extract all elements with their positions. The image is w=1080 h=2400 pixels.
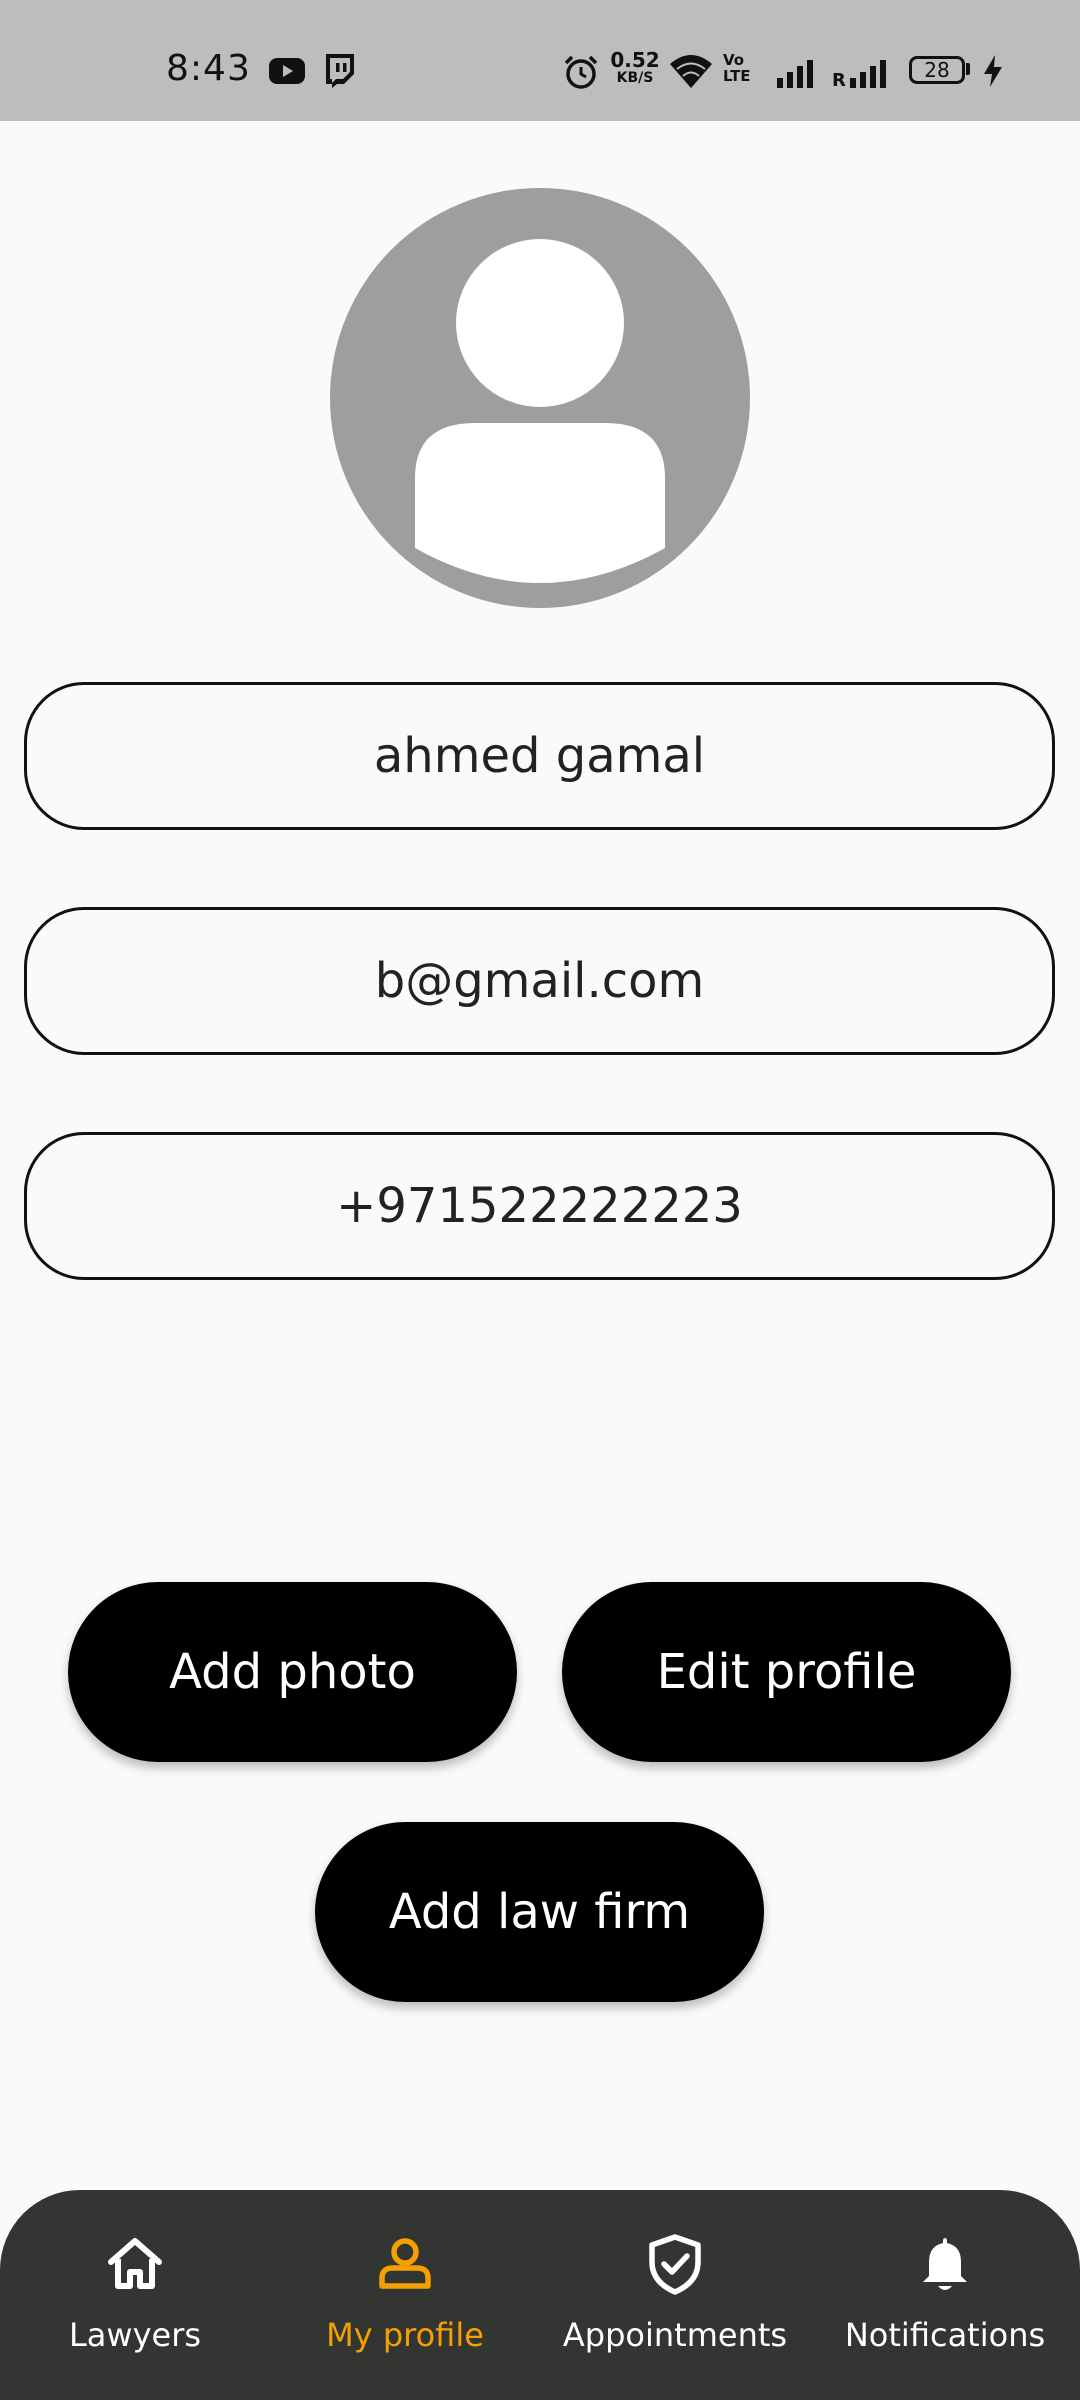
nav-label-notifications: Notifications — [844, 2316, 1046, 2354]
nav-item-appointments[interactable]: Appointments — [540, 2190, 810, 2400]
nav-label-my-profile: My profile — [326, 2316, 484, 2354]
add-photo-button[interactable]: Add photo — [68, 1582, 517, 1762]
status-time: 8:43 — [166, 48, 251, 89]
bell-icon — [923, 2238, 967, 2290]
email-field[interactable] — [24, 907, 1055, 1055]
alarm-icon — [564, 55, 598, 89]
battery-tip — [966, 63, 970, 75]
phone-field[interactable] — [24, 1132, 1055, 1280]
add-law-firm-button[interactable]: Add law firm — [315, 1822, 764, 2002]
youtube-icon — [269, 58, 305, 84]
nav-item-notifications[interactable]: Notifications — [810, 2190, 1080, 2400]
network-speed: 0.52 KB/S — [607, 50, 663, 86]
charging-icon — [984, 55, 1002, 87]
status-bar: 8:43 0.52 KB/S Vo LTE R 28 — [0, 0, 1080, 121]
nav-label-appointments: Appointments — [562, 2316, 788, 2354]
person-icon — [379, 2238, 431, 2289]
home-icon — [108, 2238, 162, 2289]
bottom-navigation: Lawyers My profile Appointments Notifica… — [0, 2190, 1080, 2400]
edit-profile-button[interactable]: Edit profile — [562, 1582, 1011, 1762]
name-input[interactable] — [27, 727, 1052, 785]
nav-item-lawyers[interactable]: Lawyers — [0, 2190, 270, 2400]
nav-label-lawyers: Lawyers — [68, 2316, 202, 2354]
phone-input[interactable] — [27, 1177, 1052, 1235]
avatar[interactable] — [330, 188, 750, 608]
roaming-indicator: R — [832, 70, 846, 91]
wifi-icon — [670, 55, 712, 88]
signal-strength-icon — [777, 60, 813, 88]
network-speed-unit: KB/S — [616, 70, 654, 86]
shield-check-icon — [649, 2234, 701, 2295]
twitch-icon — [326, 54, 354, 88]
network-speed-value: 0.52 — [610, 48, 660, 72]
name-field[interactable] — [24, 682, 1055, 830]
email-input[interactable] — [27, 952, 1052, 1010]
signal-strength-icon — [850, 60, 886, 88]
volte-indicator: Vo LTE — [723, 51, 751, 85]
battery-indicator: 28 — [909, 56, 965, 84]
nav-item-my-profile[interactable]: My profile — [270, 2190, 540, 2400]
profile-screen: 8:43 0.52 KB/S Vo LTE R 28 ahmed gamal b… — [0, 0, 1080, 2400]
default-person-icon — [415, 239, 665, 583]
